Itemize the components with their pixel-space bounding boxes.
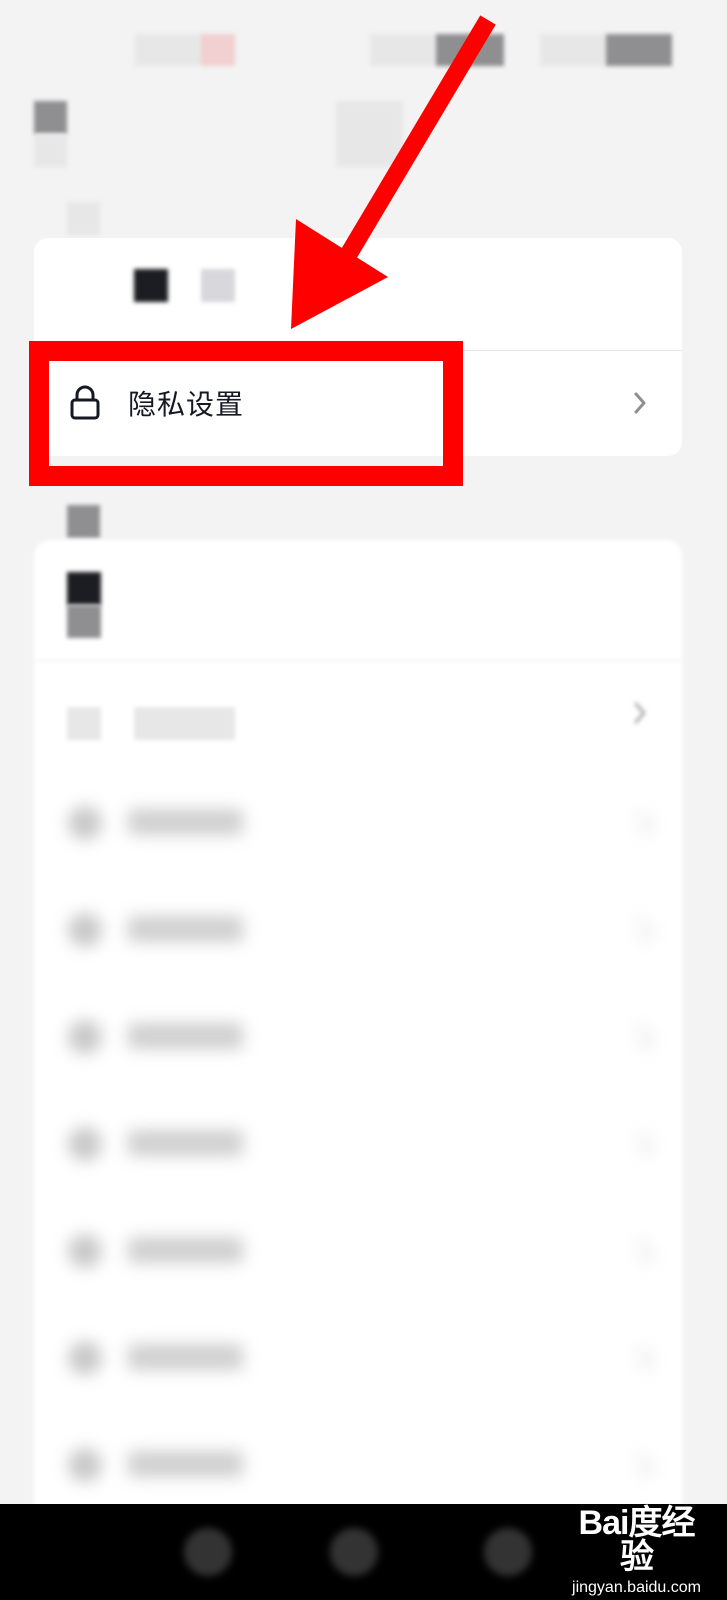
chevron-right-icon: [627, 917, 654, 944]
status-bar: [0, 0, 727, 95]
watermark-url: jingyan.baidu.com: [572, 1579, 701, 1596]
setting-label-blur: [128, 1130, 243, 1156]
setting-icon-blur: [68, 913, 102, 947]
chevron-right-icon: [627, 810, 654, 837]
setting-label-blur: [128, 1023, 243, 1049]
setting-icon-blur: [68, 1448, 102, 1482]
blurred-setting-row[interactable]: [34, 984, 682, 1090]
chevron-right-icon: [627, 1238, 654, 1265]
network-icon: [436, 34, 504, 66]
chevron-right-icon: [627, 1024, 654, 1051]
chevron-right-icon: [628, 701, 652, 725]
privacy-settings-screenshot: 隐私设置 Bai度经验 jingyan.baidu.com: [0, 0, 727, 1600]
blurred-setting-row[interactable]: [34, 1198, 682, 1304]
blurred-setting-row[interactable]: [34, 877, 682, 983]
chevron-right-icon: [627, 1131, 654, 1158]
notification-area: [201, 34, 235, 66]
setting-icon-blur: [68, 806, 102, 840]
setting-icon-blur: [68, 1020, 102, 1054]
time-area: [135, 34, 201, 66]
privacy-settings-row[interactable]: 隐私设置: [34, 350, 682, 456]
section-title-blur: [67, 505, 100, 538]
page-title-blur: [336, 101, 403, 167]
setting-label-blur: [128, 1237, 243, 1263]
setting-icon-blur: [68, 1127, 102, 1161]
setting-icon-blur: [67, 707, 101, 740]
back-navigation-icon[interactable]: [184, 1528, 232, 1576]
setting-label-blur: [128, 1344, 243, 1370]
recent-apps-navigation-icon[interactable]: [484, 1528, 532, 1576]
blurred-setting-row[interactable]: [34, 1412, 682, 1518]
setting-label-blur: [128, 1451, 243, 1477]
account-icon: [134, 269, 168, 302]
setting-icon-blur: [68, 1341, 102, 1375]
back-icon[interactable]: [34, 101, 67, 134]
blurred-setting-row[interactable]: [34, 770, 682, 876]
setting-icon-blur: [68, 1234, 102, 1268]
home-navigation-icon[interactable]: [330, 1528, 378, 1576]
section-title-blur: [67, 202, 100, 235]
baidu-jingyan-watermark: Bai度经验 jingyan.baidu.com: [564, 1504, 709, 1596]
setting-label-blur: [134, 707, 235, 740]
blurred-setting-row[interactable]: [34, 660, 682, 766]
setting-label-blur: [128, 809, 243, 835]
account-label-blur: [201, 269, 235, 302]
watermark-brand: Bai度经验: [578, 1504, 696, 1576]
chevron-right-icon: [627, 1345, 654, 1372]
section-icon-blur: [67, 572, 101, 605]
header-blur: [34, 134, 67, 167]
signal-icon: [540, 34, 606, 66]
setting-label-blur: [128, 916, 243, 942]
battery-icon: [606, 34, 672, 66]
blurred-setting-row[interactable]: [34, 1305, 682, 1411]
blurred-setting-row[interactable]: [34, 1091, 682, 1197]
chevron-right-icon: [628, 391, 652, 415]
section-icon-blur: [67, 605, 101, 638]
chevron-right-icon: [627, 1452, 654, 1479]
privacy-settings-label: 隐私设置: [128, 388, 245, 421]
lock-icon: [68, 385, 102, 420]
